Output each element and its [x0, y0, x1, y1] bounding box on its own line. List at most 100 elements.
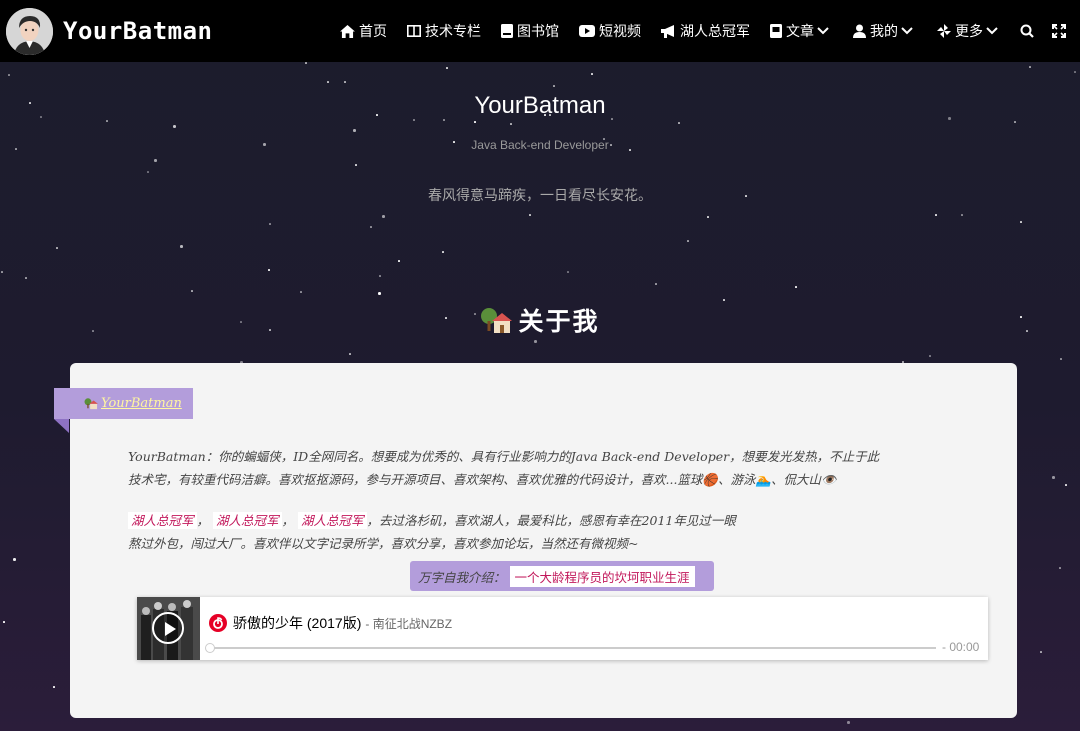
- star: [353, 129, 356, 132]
- lakers-tag[interactable]: 湖人总冠军: [298, 512, 367, 529]
- star: [678, 122, 680, 124]
- album-cover: [137, 597, 200, 660]
- progress-handle[interactable]: [205, 643, 215, 653]
- star: [147, 171, 149, 173]
- para-text: ，去过洛杉矶，喜欢湖人，最爱科比，感恩有幸在2011年见过一眼: [366, 513, 736, 528]
- star: [1020, 221, 1022, 223]
- chevron-down-icon: [986, 27, 998, 35]
- nav-item-columns[interactable]: 技术专栏: [407, 21, 481, 41]
- chevron-down-icon: [901, 27, 913, 35]
- star: [349, 353, 351, 355]
- star: [1029, 66, 1031, 68]
- star: [567, 271, 569, 273]
- star: [379, 275, 381, 277]
- time-display: - 00:00: [942, 640, 980, 654]
- star: [510, 123, 512, 125]
- para-line: 熬过外包，闯过大厂。喜欢伴以文字记录所学，喜欢分享，喜欢参加论坛，当然还有微视频…: [128, 536, 639, 551]
- star: [723, 299, 725, 301]
- star: [655, 283, 657, 285]
- star: [268, 269, 270, 271]
- star: [529, 214, 531, 216]
- nav-item-label: 更多: [955, 24, 983, 40]
- star: [961, 214, 963, 216]
- search-icon: [1020, 24, 1034, 38]
- search-button[interactable]: [1020, 24, 1034, 38]
- star: [173, 125, 176, 128]
- nav-item-articles[interactable]: 文章: [770, 21, 833, 41]
- para-line: 湖人总冠军， 湖人总冠军， 湖人总冠军 ，去过洛杉矶，喜欢湖人，最爱科比，感恩有幸…: [128, 509, 736, 532]
- nav-item-label: 图书馆: [517, 24, 559, 40]
- star: [191, 290, 193, 292]
- about-heading-label: 关于我: [518, 307, 600, 336]
- ribbon-link[interactable]: YourBatman: [101, 396, 182, 411]
- chevron-down-icon: [817, 27, 829, 35]
- star: [327, 81, 329, 83]
- nav-item-label: 技术专栏: [425, 24, 481, 40]
- star: [370, 226, 372, 228]
- para-line: YourBatman：你的蝙蝠侠，ID全网同名。想要成为优秀的、具有行业影响力的…: [128, 449, 880, 464]
- intro-paragraph-1: YourBatman：你的蝙蝠侠，ID全网同名。想要成为优秀的、具有行业影响力的…: [128, 445, 879, 491]
- star: [1052, 476, 1055, 479]
- top-navbar: YourBatman 首页 技术专栏 图书馆 短视频 湖人总冠军 文章 我的 更…: [0, 0, 1080, 62]
- avatar[interactable]: [6, 7, 53, 55]
- star: [591, 73, 593, 75]
- nav-item-label: 我的: [870, 24, 898, 40]
- nav-item-short-video[interactable]: 短视频: [579, 21, 641, 41]
- archive-icon: [770, 24, 782, 38]
- lakers-tag[interactable]: 湖人总冠军: [128, 512, 197, 529]
- nav-item-label: 首页: [359, 24, 387, 40]
- star: [56, 247, 58, 249]
- star: [687, 240, 689, 242]
- para-line: 技术宅，有较重代码洁癖。喜欢抠抠源码，参与开源项目、喜欢架构、喜欢优雅的代码设计…: [128, 472, 837, 487]
- star: [929, 355, 931, 357]
- brand-name[interactable]: YourBatman: [63, 17, 213, 45]
- site-title: YourBatman: [474, 92, 606, 119]
- separator: ，: [281, 513, 295, 528]
- self-intro-link[interactable]: 一个大龄程序员的坎坷职业生涯: [509, 565, 695, 587]
- columns-icon: [407, 25, 421, 37]
- expand-icon: [1052, 24, 1066, 38]
- star: [1014, 121, 1016, 123]
- star: [442, 251, 444, 253]
- star: [300, 291, 302, 293]
- play-icon: [165, 622, 176, 636]
- star: [707, 216, 709, 218]
- star: [344, 81, 346, 83]
- nav-item-home[interactable]: 首页: [340, 21, 387, 41]
- self-intro-box: 万字自我介绍： 一个大龄程序员的坎坷职业生涯: [410, 561, 714, 591]
- song-title: 骄傲的少年 (2017版): [233, 615, 362, 631]
- star: [1, 271, 3, 273]
- star: [1065, 484, 1067, 486]
- nav-item-lakers[interactable]: 湖人总冠军: [661, 21, 750, 41]
- progress-bar[interactable]: [205, 643, 936, 653]
- brand[interactable]: YourBatman: [6, 7, 213, 55]
- star: [1059, 567, 1061, 569]
- star: [3, 621, 5, 623]
- play-button[interactable]: [152, 612, 184, 644]
- fullscreen-button[interactable]: [1052, 24, 1066, 38]
- star: [1040, 651, 1042, 653]
- star: [378, 292, 381, 295]
- nav-item-label: 短视频: [599, 24, 641, 40]
- lakers-tag[interactable]: 湖人总冠军: [213, 512, 282, 529]
- pinwheel-icon: [937, 24, 951, 38]
- separator: ，: [196, 513, 210, 528]
- user-icon: [853, 24, 866, 38]
- nav-item-more[interactable]: 更多: [937, 21, 1002, 41]
- intro-paragraph-2: 湖人总冠军， 湖人总冠军， 湖人总冠军 ，去过洛杉矶，喜欢湖人，最爱科比，感恩有幸…: [128, 509, 736, 555]
- star: [180, 245, 183, 248]
- motto: 春风得意马蹄疾，一日看尽长安花。: [428, 188, 652, 204]
- star: [25, 277, 27, 279]
- star: [305, 62, 307, 64]
- star: [474, 121, 476, 123]
- netease-music-icon: [209, 614, 227, 632]
- star: [446, 67, 448, 69]
- nav-item-library[interactable]: 图书馆: [501, 21, 559, 41]
- nav-item-mine[interactable]: 我的: [853, 21, 917, 41]
- bullhorn-icon: [661, 24, 674, 38]
- nav-menu: 首页 技术专栏 图书馆 短视频 湖人总冠军 文章 我的 更多: [320, 0, 1066, 62]
- star: [8, 74, 10, 76]
- house-tree-icon: [481, 308, 513, 333]
- star: [53, 686, 55, 688]
- book-icon: [501, 24, 513, 38]
